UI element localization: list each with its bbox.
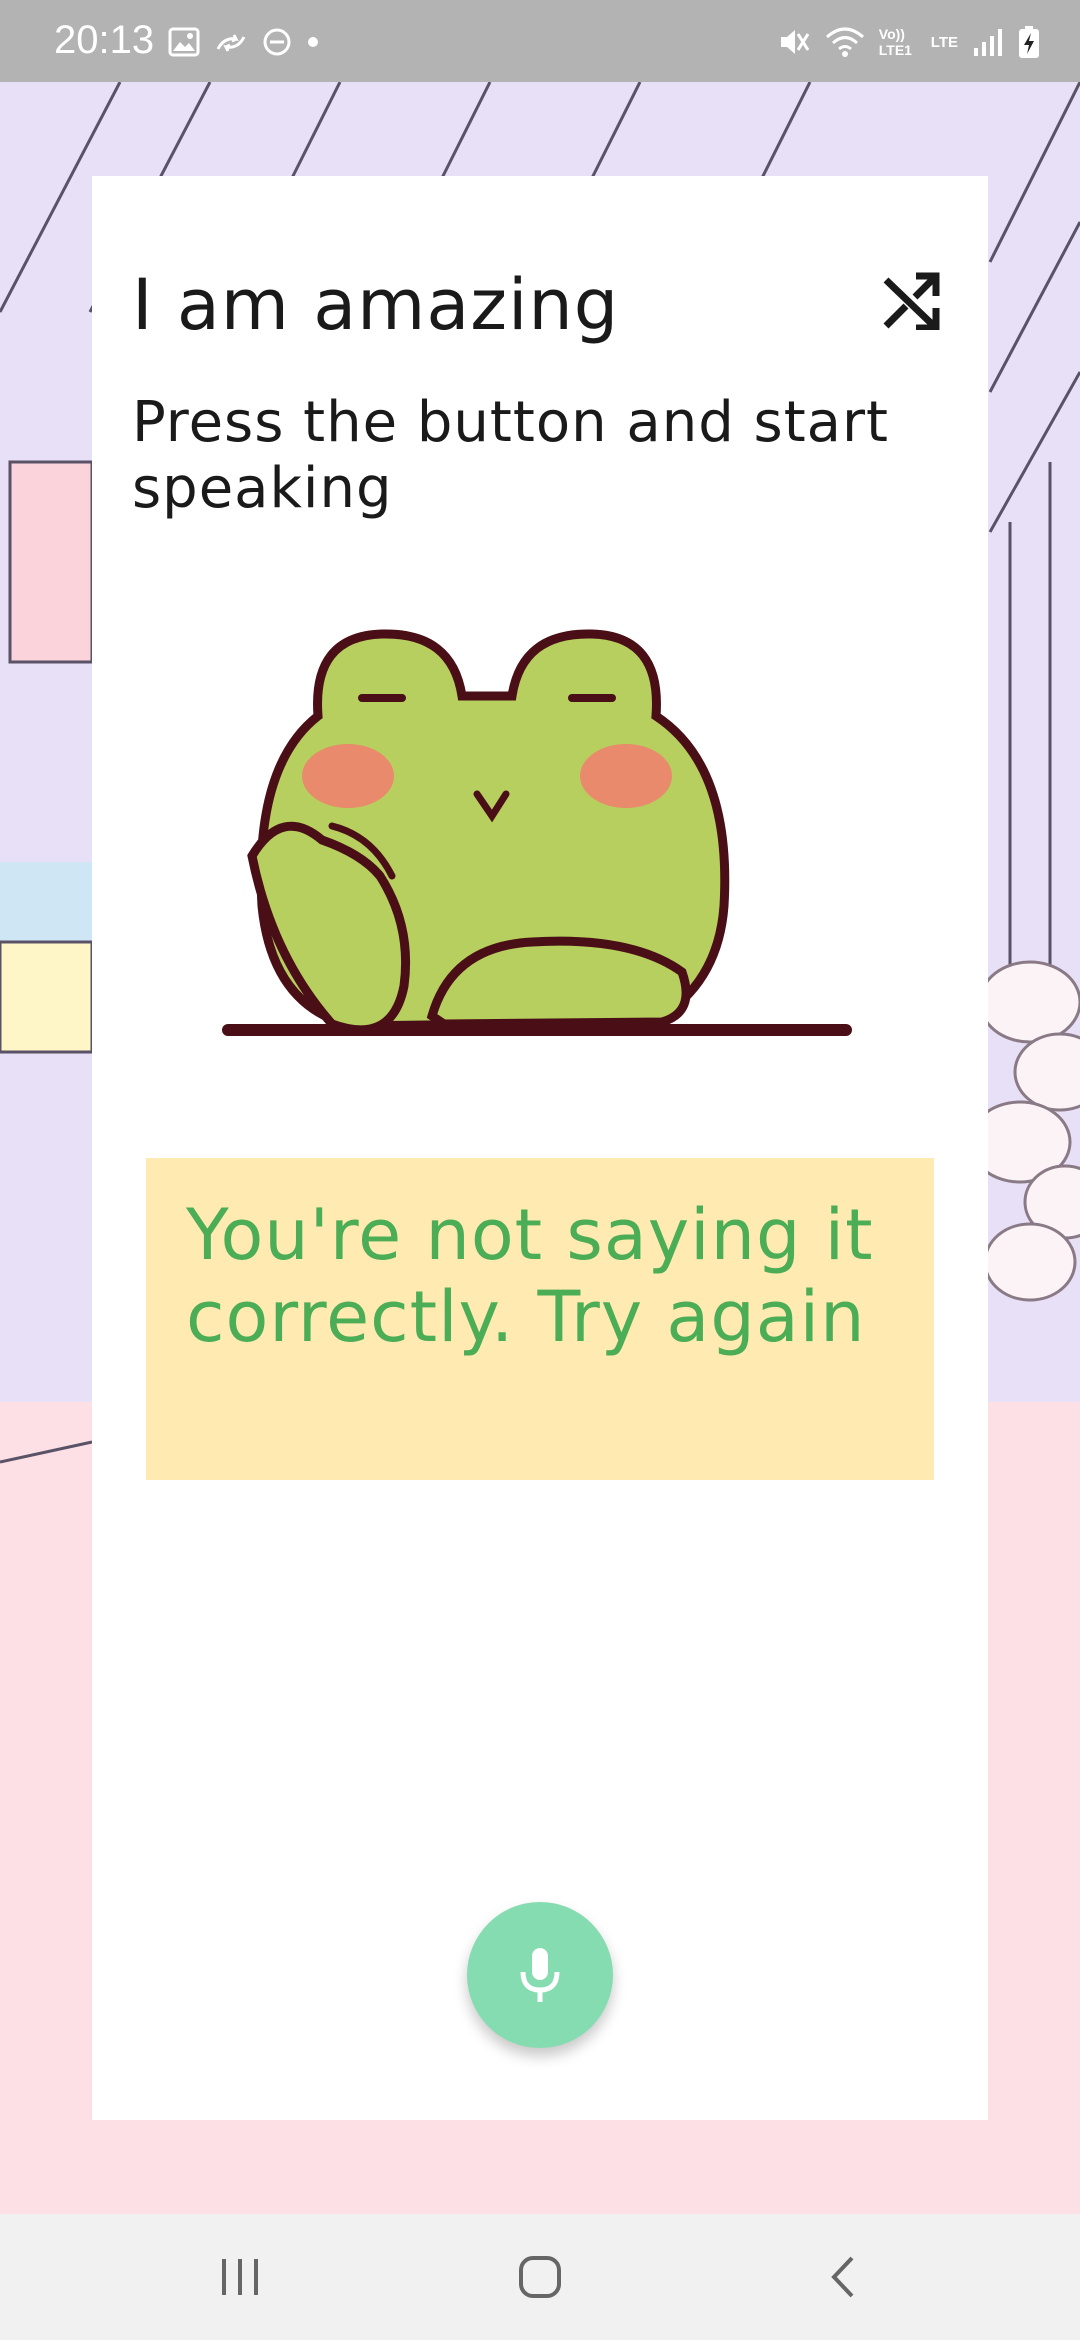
status-bar: 20:13 Vo)) LTE1 LTE <box>0 0 1080 82</box>
home-icon <box>519 2256 561 2298</box>
microphone-button[interactable] <box>467 1902 613 2048</box>
wifi-icon <box>825 27 864 57</box>
status-right-icons: Vo)) LTE1 LTE <box>777 22 1040 62</box>
feedback-box: You're not saying it correctly. Try agai… <box>146 1158 934 1480</box>
feedback-text: You're not saying it correctly. Try agai… <box>186 1194 874 1358</box>
phrase-card: I am amazing Press the button and start … <box>92 176 988 2120</box>
back-button[interactable] <box>808 2242 878 2312</box>
dot-icon <box>308 37 318 47</box>
home-button[interactable] <box>505 2242 575 2312</box>
microphone-icon <box>520 1948 560 2002</box>
volte-icon: Vo)) LTE1 <box>878 26 912 58</box>
frog-illustration <box>222 629 852 1036</box>
navigation-bar <box>0 2214 1080 2340</box>
status-left-icons <box>168 22 320 62</box>
shuffle-button[interactable] <box>882 272 940 332</box>
sync-icon <box>216 34 246 52</box>
recent-apps-button[interactable] <box>205 2242 275 2312</box>
back-icon <box>831 2256 854 2298</box>
instruction-text: Press the button and start speaking <box>132 390 889 521</box>
do-not-disturb-icon <box>263 28 291 56</box>
phrase-title: I am amazing <box>132 264 620 346</box>
mute-icon <box>780 30 810 54</box>
recent-apps-icon <box>222 2259 258 2295</box>
battery-charging-icon <box>1019 26 1039 58</box>
status-time: 20:13 <box>54 18 155 62</box>
image-icon <box>168 27 200 57</box>
lte-icon: LTE <box>930 33 958 51</box>
shuffle-icon <box>883 272 940 332</box>
signal-icon <box>974 29 1002 56</box>
